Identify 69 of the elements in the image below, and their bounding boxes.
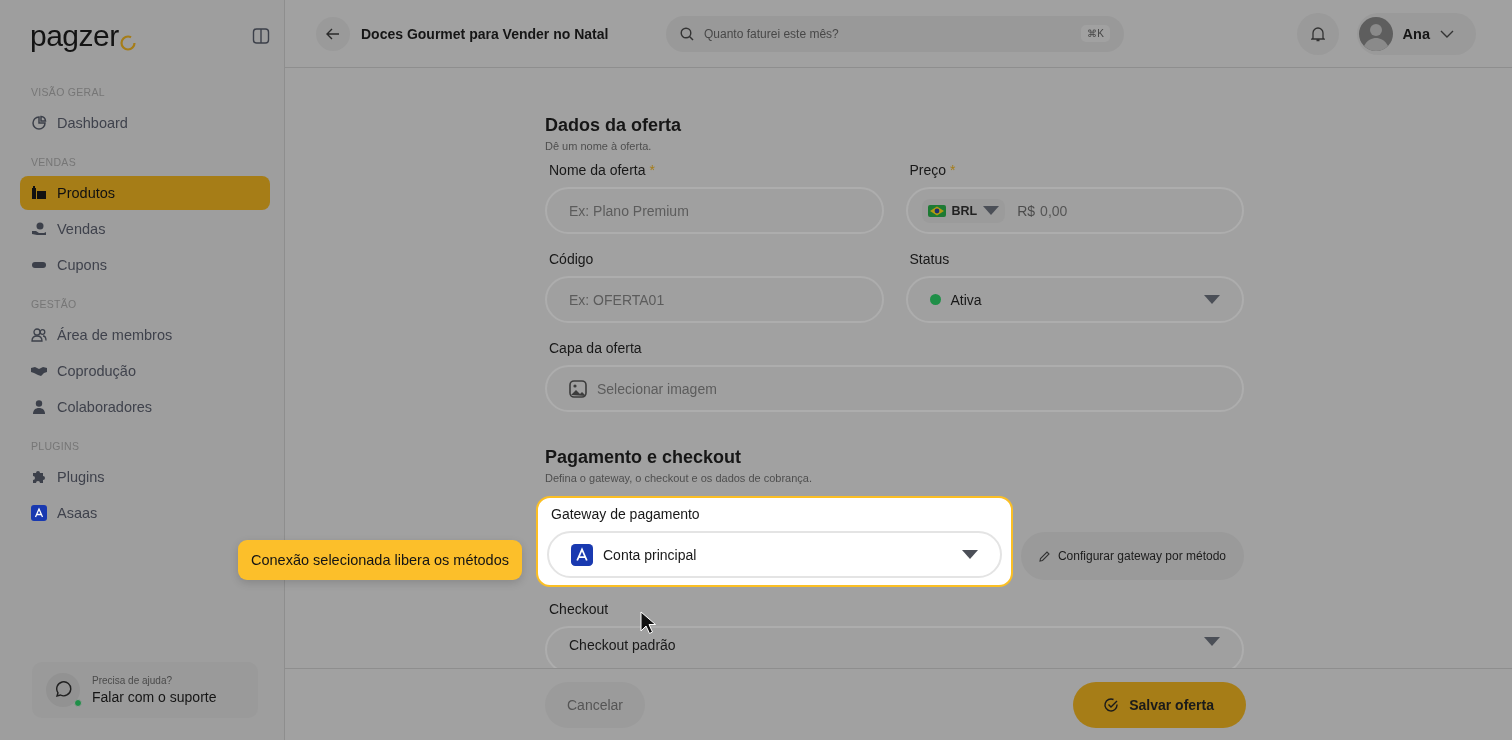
chat-icon xyxy=(54,681,72,699)
chart-icon xyxy=(31,115,47,131)
tooltip: Conexão selecionada libera os métodos xyxy=(238,540,522,580)
configure-gateway-button[interactable]: Configurar gateway por método xyxy=(1021,532,1244,580)
caret-icon xyxy=(983,205,1000,216)
price-field[interactable]: BRL R$ 0,00 xyxy=(905,187,1244,234)
field-label: Status xyxy=(908,251,951,268)
brazil-flag-icon xyxy=(927,204,946,217)
gateway-select[interactable]: Conta principal xyxy=(547,531,1002,578)
pencil-icon xyxy=(1038,550,1050,562)
caret-icon xyxy=(1204,637,1220,647)
save-button[interactable]: Salvar oferta xyxy=(1073,681,1246,728)
back-arrow-icon xyxy=(326,27,340,40)
bell-icon xyxy=(1310,25,1325,42)
field-label: Código xyxy=(548,251,595,268)
image-picker[interactable]: Selecionar imagem xyxy=(545,365,1244,412)
nav-item[interactable]: Asaas xyxy=(20,496,270,530)
cursor-icon xyxy=(640,611,656,635)
cancel-button[interactable]: Cancelar xyxy=(545,681,646,728)
section-description: Dê um nome à oferta. xyxy=(545,140,653,152)
nav-item[interactable]: Cupons xyxy=(20,248,270,282)
nav-item[interactable]: Produtos xyxy=(20,176,270,210)
nav-item[interactable]: Plugins xyxy=(20,460,270,494)
avatar-icon xyxy=(1358,16,1393,51)
field-label: Preço * xyxy=(908,162,957,179)
checkout-select[interactable]: Checkout padrão xyxy=(545,626,1244,668)
boxes-icon xyxy=(31,185,47,201)
text-field[interactable]: Ex: OFERTA01 xyxy=(545,276,884,323)
shortcut-hint: ⌘K xyxy=(1081,25,1110,42)
hand-coin-icon xyxy=(31,221,47,237)
section-heading: Dados da oferta xyxy=(545,114,683,136)
nav-item[interactable]: Coprodução xyxy=(20,354,270,388)
nav-item[interactable]: Colaboradores xyxy=(20,390,270,424)
nav-item[interactable]: Vendas xyxy=(20,212,270,246)
currency-prefix: R$ xyxy=(1017,202,1036,219)
field-label: Gateway de pagamento xyxy=(550,506,701,523)
sidebar-toggle-icon[interactable] xyxy=(252,27,270,45)
search-placeholder: Quanto faturei este mês? xyxy=(704,26,840,41)
help-question: Precisa de ajuda? xyxy=(92,675,174,686)
section-heading: Pagamento e checkout xyxy=(545,446,743,468)
check-circle-icon xyxy=(1103,696,1120,713)
users-icon xyxy=(31,327,47,343)
search-icon xyxy=(680,26,694,41)
text-field[interactable]: Ex: Plano Premium xyxy=(545,187,884,234)
field-label: Nome da oferta * xyxy=(548,162,656,179)
nav-item[interactable]: Dashboard xyxy=(20,106,270,140)
logo: pagzer xyxy=(30,21,119,51)
back-button[interactable] xyxy=(316,16,350,51)
person-icon xyxy=(31,399,47,415)
support-card[interactable]: Precisa de ajuda? Falar com o suporte xyxy=(32,662,258,718)
field-label: Capa da oferta xyxy=(548,340,643,357)
app-logo-icon xyxy=(31,505,47,521)
currency-select[interactable]: BRL xyxy=(921,198,1006,223)
nav-item[interactable]: Área de membros xyxy=(20,318,270,352)
caret-icon xyxy=(1204,294,1220,305)
image-icon xyxy=(569,379,587,398)
status-select[interactable]: Ativa xyxy=(905,276,1244,323)
user-menu[interactable]: Ana xyxy=(1356,12,1476,55)
puzzle-icon xyxy=(31,469,47,485)
logo-ring-icon xyxy=(119,35,136,51)
caret-icon xyxy=(962,549,978,560)
search-field[interactable]: Quanto faturei este mês? ⌘K xyxy=(666,15,1124,52)
price-placeholder: 0,00 xyxy=(1040,202,1068,219)
support-link[interactable]: Falar com o suporte xyxy=(92,689,217,705)
section-description: Defina o gateway, o checkout e os dados de cobrança. xyxy=(545,472,814,484)
page-title: Doces Gourmet para Vender no Natal xyxy=(361,25,610,42)
field-label: Checkout xyxy=(548,601,610,618)
app-logo-icon xyxy=(571,543,593,566)
chevron-down-icon xyxy=(1440,29,1454,38)
